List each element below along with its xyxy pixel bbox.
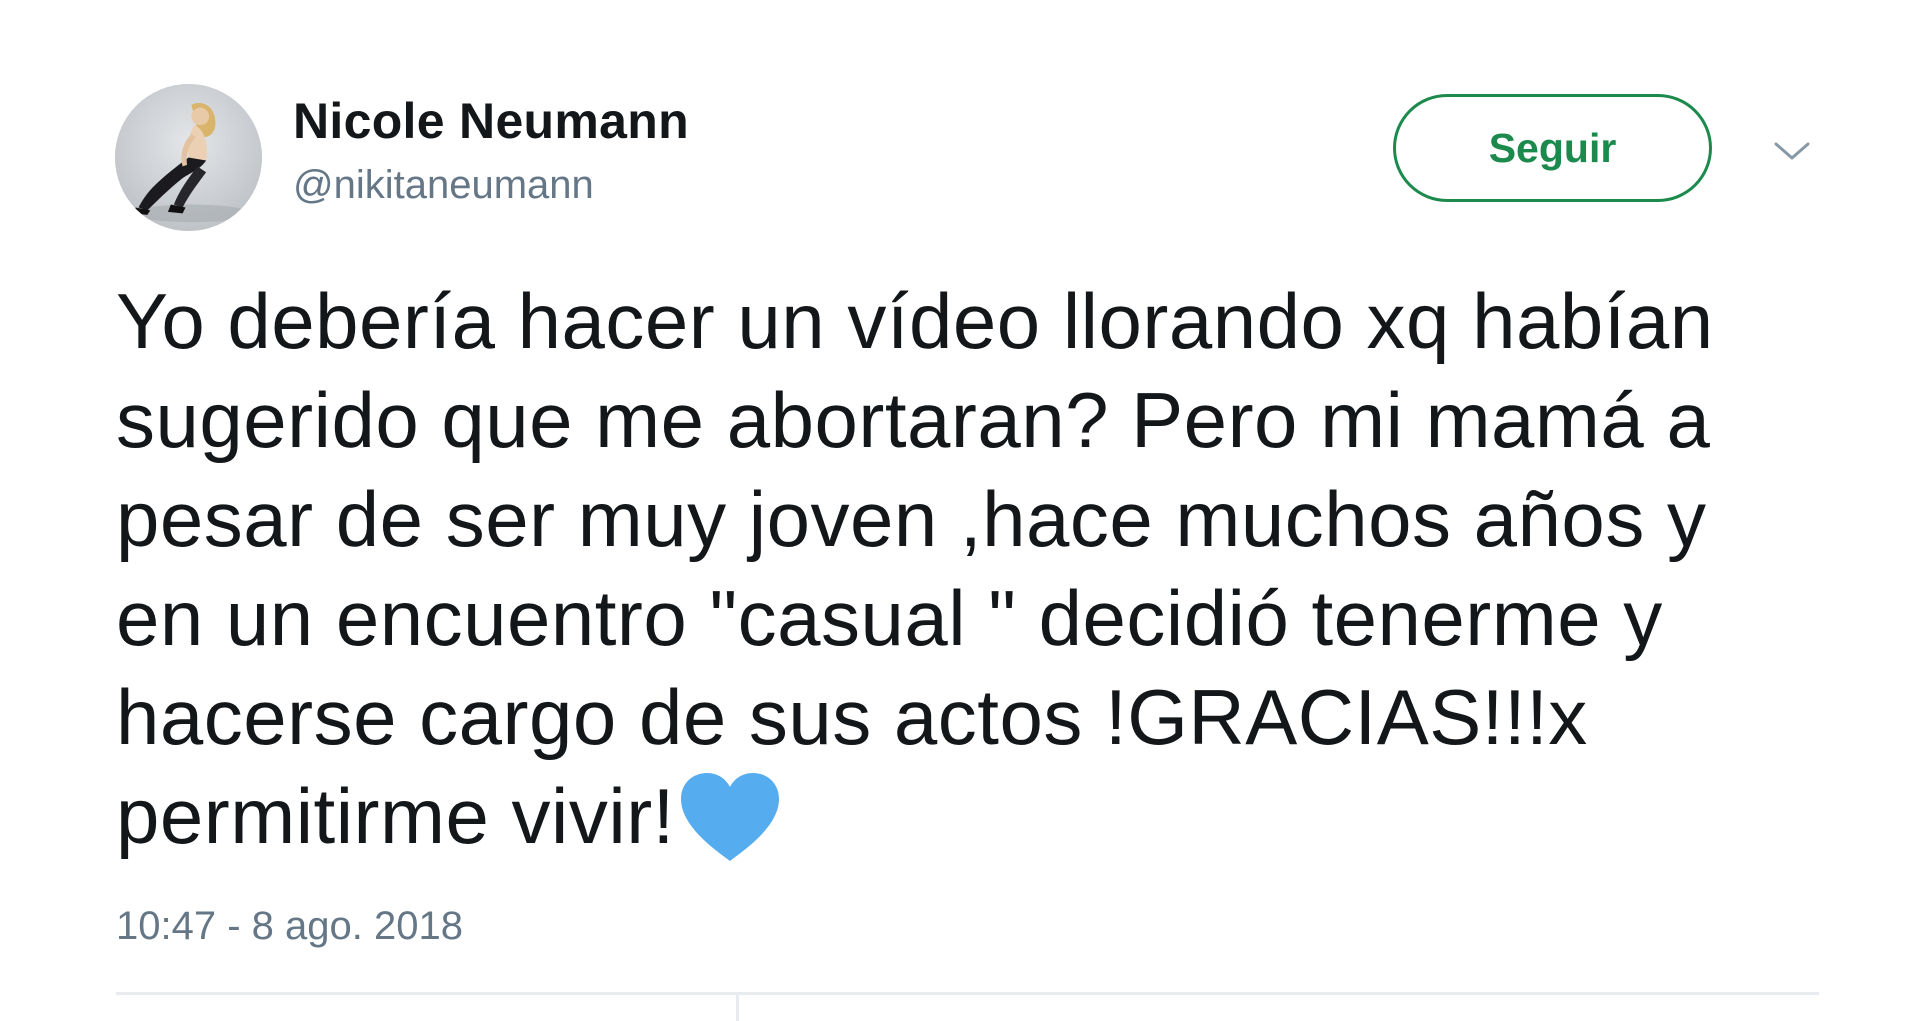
tweet-text-line: hacerse cargo de sus actos !GRACIAS!!!x (116, 673, 1588, 761)
avatar-image (115, 84, 262, 231)
blue-heart-icon (675, 769, 785, 865)
tweet-text-last-line: permitirme vivir! (116, 767, 1836, 866)
follow-button[interactable]: Seguir (1393, 94, 1712, 202)
chevron-down-icon[interactable] (1770, 136, 1814, 166)
tweet-text-line: pesar de ser muy joven ,hace muchos años… (116, 475, 1707, 563)
tweet-text-line: sugerido que me abortaran? Pero mi mamá … (116, 376, 1711, 464)
display-name[interactable]: Nicole Neumann (293, 92, 689, 150)
tweet-timestamp[interactable]: 10:47 - 8 ago. 2018 (116, 904, 463, 949)
tweet-text-line: Yo debería hacer un vídeo llorando xq ha… (116, 277, 1714, 365)
tweet-card: Nicole Neumann @nikitaneumann Seguir Yo … (0, 0, 1920, 1021)
divider (116, 992, 1819, 995)
divider-vertical (736, 995, 739, 1021)
tweet-text-line: permitirme vivir! (116, 772, 675, 860)
tweet-text-line: en un encuentro "casual " decidió tenerm… (116, 574, 1663, 662)
follow-button-label: Seguir (1488, 124, 1617, 171)
avatar[interactable] (115, 84, 262, 231)
tweet-text: Yo debería hacer un vídeo llorando xq ha… (116, 272, 1836, 866)
user-handle[interactable]: @nikitaneumann (293, 163, 594, 208)
